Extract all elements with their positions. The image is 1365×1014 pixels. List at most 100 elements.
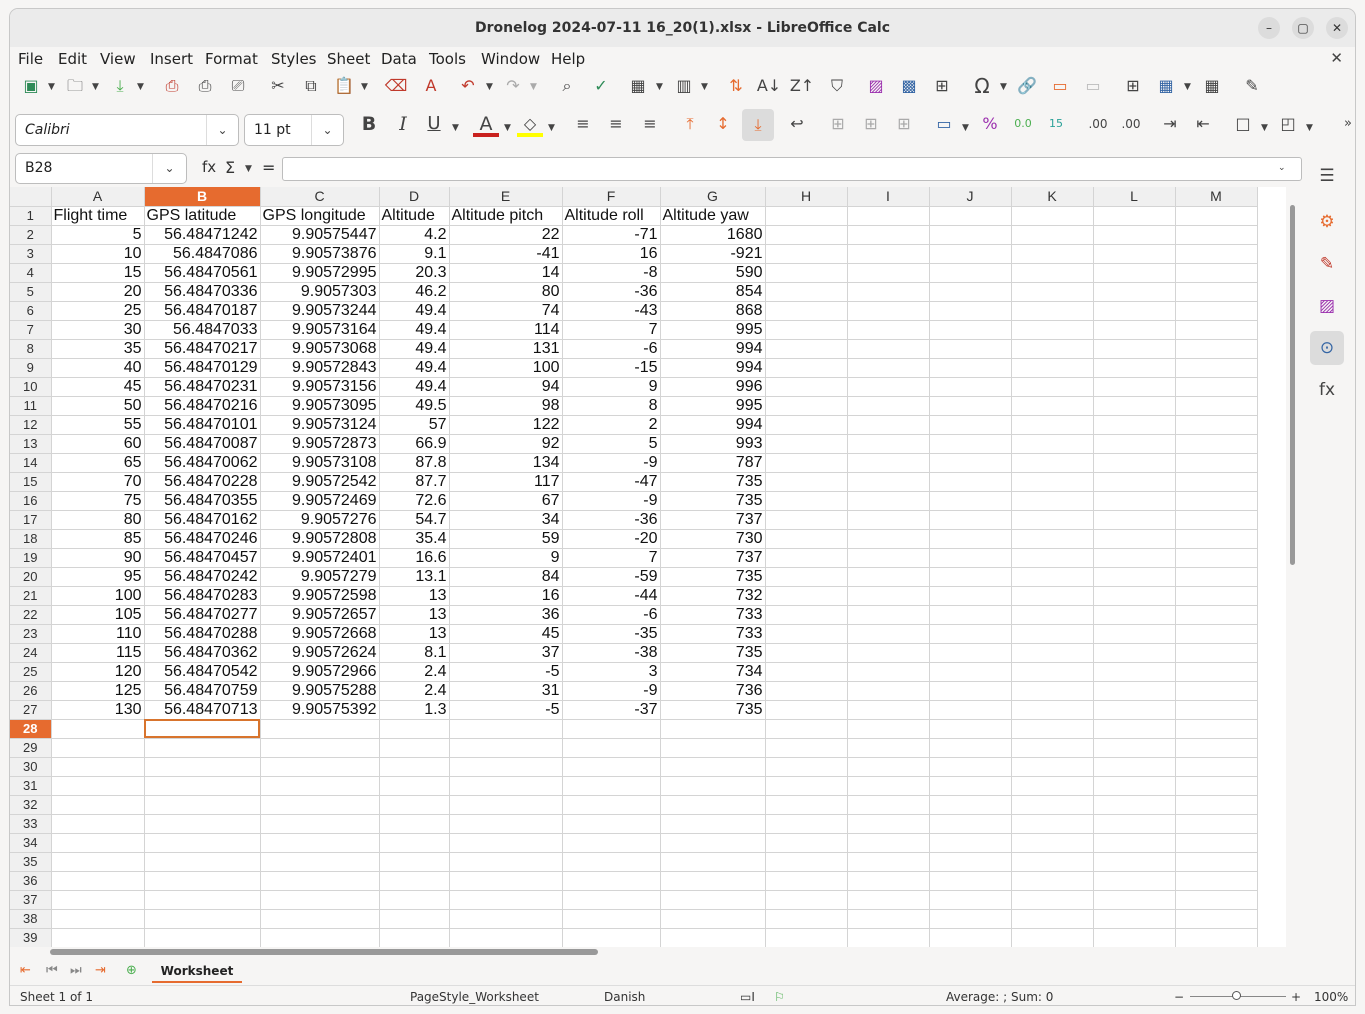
cell[interactable] xyxy=(562,719,661,739)
cell[interactable]: -6 xyxy=(562,339,661,359)
cell[interactable]: 16.6 xyxy=(379,548,450,568)
cell[interactable]: 56.48470187 xyxy=(144,301,261,321)
cell[interactable]: 36 xyxy=(449,605,563,625)
comment-icon[interactable]: ▭ xyxy=(1047,73,1073,99)
cell[interactable] xyxy=(1093,833,1176,853)
cell[interactable]: 9.90572542 xyxy=(260,472,380,492)
cell[interactable]: 733 xyxy=(660,624,766,644)
pivot-table-icon[interactable]: ⊞ xyxy=(929,73,955,99)
show-draw-functions-icon[interactable]: ✎ xyxy=(1239,73,1265,99)
cell[interactable] xyxy=(929,776,1012,796)
cell[interactable] xyxy=(1093,529,1176,549)
cell[interactable] xyxy=(765,510,848,530)
cell[interactable] xyxy=(929,244,1012,264)
cell[interactable] xyxy=(929,871,1012,891)
cell[interactable] xyxy=(379,909,450,929)
cell[interactable]: 3 xyxy=(562,662,661,682)
cell[interactable] xyxy=(1011,358,1094,378)
minimize-button[interactable]: – xyxy=(1258,17,1280,39)
cell[interactable] xyxy=(929,339,1012,359)
define-print-area-icon[interactable]: ⊞ xyxy=(1120,73,1146,99)
cell[interactable] xyxy=(1011,852,1094,872)
cell[interactable]: 131 xyxy=(449,339,563,359)
cell[interactable]: 10 xyxy=(51,244,145,264)
row-header[interactable]: 35 xyxy=(10,852,52,872)
cell[interactable]: Flight time xyxy=(51,206,145,226)
cell[interactable] xyxy=(1093,320,1176,340)
cell[interactable] xyxy=(929,225,1012,245)
cell[interactable] xyxy=(1175,415,1258,435)
menu-sheet[interactable]: Sheet xyxy=(327,50,370,68)
cell[interactable] xyxy=(929,909,1012,929)
cell[interactable] xyxy=(1175,453,1258,473)
cell[interactable]: 66.9 xyxy=(379,434,450,454)
cell[interactable] xyxy=(260,890,380,910)
cell[interactable] xyxy=(1175,320,1258,340)
cell[interactable] xyxy=(449,833,563,853)
cell[interactable] xyxy=(51,814,145,834)
cell[interactable] xyxy=(929,377,1012,397)
cell[interactable] xyxy=(260,738,380,758)
zoom-slider-handle[interactable] xyxy=(1232,991,1241,1000)
cell[interactable] xyxy=(1011,624,1094,644)
cell[interactable]: 9.90575288 xyxy=(260,681,380,701)
cell[interactable]: 54.7 xyxy=(379,510,450,530)
cell[interactable]: 2.4 xyxy=(379,662,450,682)
styles-icon[interactable]: ✎ xyxy=(1310,247,1344,281)
cell[interactable] xyxy=(847,909,930,929)
cell[interactable] xyxy=(379,814,450,834)
cell[interactable] xyxy=(1011,719,1094,739)
row-header[interactable]: 31 xyxy=(10,776,52,796)
cell[interactable] xyxy=(929,453,1012,473)
cell[interactable] xyxy=(1093,605,1176,625)
cell[interactable]: 9.90573156 xyxy=(260,377,380,397)
cell[interactable]: GPS longitude xyxy=(260,206,380,226)
cell[interactable]: -44 xyxy=(562,586,661,606)
cell[interactable] xyxy=(1093,738,1176,758)
cell[interactable]: -41 xyxy=(449,244,563,264)
row-header[interactable]: 8 xyxy=(10,339,52,359)
cell[interactable]: 94 xyxy=(449,377,563,397)
cell[interactable] xyxy=(562,871,661,891)
freeze-rows-icon[interactable]: ▦ xyxy=(1153,73,1179,99)
column-header[interactable]: B xyxy=(144,187,261,207)
cell[interactable] xyxy=(765,358,848,378)
cell[interactable] xyxy=(929,928,1012,947)
cell[interactable] xyxy=(449,795,563,815)
cell[interactable] xyxy=(660,795,766,815)
cell[interactable] xyxy=(260,776,380,796)
cell[interactable] xyxy=(1011,206,1094,226)
cell[interactable]: 16 xyxy=(449,586,563,606)
close-button[interactable]: ✕ xyxy=(1326,17,1348,39)
cell[interactable] xyxy=(1175,225,1258,245)
row-header[interactable]: 39 xyxy=(10,928,52,947)
spelling-icon[interactable]: ✓ xyxy=(588,73,614,99)
cell[interactable]: 110 xyxy=(51,624,145,644)
cell[interactable] xyxy=(1011,662,1094,682)
cell[interactable]: 9.90572401 xyxy=(260,548,380,568)
currency-format-icon[interactable]: ▭ xyxy=(931,111,957,137)
cell[interactable] xyxy=(847,491,930,511)
cell[interactable] xyxy=(1093,776,1176,796)
chevron-down-icon[interactable]: ▼ xyxy=(1000,82,1007,92)
cell[interactable] xyxy=(144,738,261,758)
cell[interactable]: 9.90573108 xyxy=(260,453,380,473)
cell[interactable] xyxy=(847,719,930,739)
cell[interactable] xyxy=(1011,871,1094,891)
cell[interactable]: Altitude yaw xyxy=(660,206,766,226)
cell[interactable] xyxy=(765,548,848,568)
split-window-icon[interactable]: ▦ xyxy=(1199,73,1225,99)
cell[interactable] xyxy=(847,453,930,473)
cell[interactable] xyxy=(929,529,1012,549)
cell[interactable]: GPS latitude xyxy=(144,206,261,226)
cell[interactable] xyxy=(847,472,930,492)
cell[interactable]: 49.4 xyxy=(379,358,450,378)
name-box[interactable]: B28 ⌄ xyxy=(15,153,187,184)
cell[interactable] xyxy=(847,890,930,910)
cell[interactable]: -59 xyxy=(562,567,661,587)
cell[interactable] xyxy=(929,662,1012,682)
cell[interactable] xyxy=(1175,795,1258,815)
cell[interactable]: -43 xyxy=(562,301,661,321)
cell[interactable]: 56.48470101 xyxy=(144,415,261,435)
cell[interactable]: 9.90572624 xyxy=(260,643,380,663)
